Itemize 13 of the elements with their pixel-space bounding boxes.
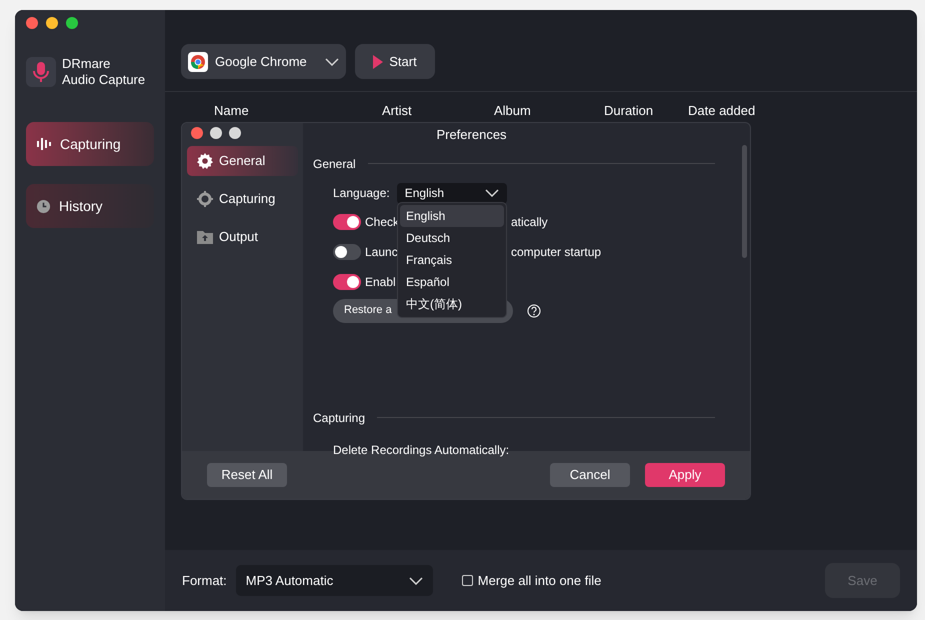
app-subtitle: Audio Capture: [62, 72, 146, 88]
dialog-title: Preferences: [436, 126, 508, 144]
language-label: Language:: [333, 185, 390, 202]
delete-recordings-label: Delete Recordings Automatically:: [332, 442, 510, 458]
toggle-label: computer startup: [511, 244, 602, 260]
section-heading: General: [313, 156, 356, 172]
section-heading: Capturing: [313, 410, 366, 426]
merge-label: Merge all into one file: [478, 572, 602, 590]
toggle-label: Launc: [365, 244, 398, 258]
toggle-label: Enabl: [365, 274, 396, 288]
format-label: Format:: [182, 572, 227, 590]
toggle-label: atically: [511, 214, 548, 230]
app-name: DRmare: [62, 56, 112, 72]
